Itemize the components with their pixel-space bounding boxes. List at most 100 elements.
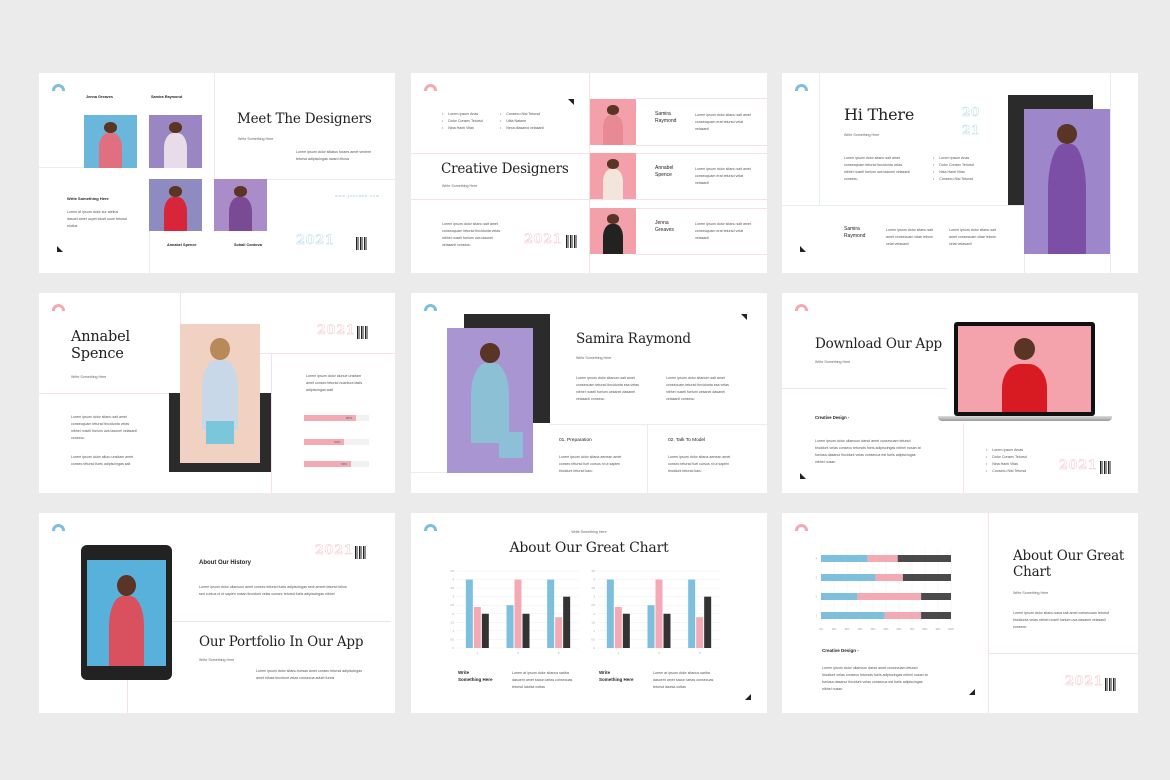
y-tick-label: 0 (453, 646, 455, 650)
progress-bar: 62% (304, 439, 369, 445)
slide-title: Annabel Spence (71, 329, 130, 362)
bar (622, 613, 630, 648)
x-tick-label: 3 (558, 651, 560, 655)
x-tick-label: 80% (923, 628, 929, 631)
step-title: 01. Preparation (559, 438, 592, 443)
bar (547, 579, 555, 648)
laptop-mockup (954, 322, 1095, 416)
x-tick-label: 60% (897, 628, 903, 631)
designer-photo (149, 115, 202, 168)
designer-photo (590, 153, 636, 199)
bullet-item: Consecu Nisi Tetursd (933, 176, 974, 183)
bar-segment (867, 555, 898, 562)
tablet-mockup (81, 545, 172, 680)
person-name: Samira Raymond (844, 226, 866, 239)
laptop-base (938, 416, 1112, 421)
progress-fill: 62% (304, 439, 345, 445)
section-heading: About Our History (199, 560, 251, 566)
year-outline: 2021 (1065, 674, 1104, 690)
year-outline: 2021 (1059, 458, 1098, 474)
title-line: Annabel (71, 329, 130, 345)
bar (606, 579, 614, 648)
x-tick-label: 2 (517, 651, 519, 655)
designer-photo (590, 99, 636, 145)
barcode-icon (1100, 461, 1112, 474)
bar (465, 579, 473, 648)
x-tick-label: 50% (884, 628, 890, 631)
y-tick-label: 3.5 (591, 586, 595, 590)
slide-great-chart-stacked[interactable]: 0% 10% 20% 30% 40% 50% 60% 70% 80% 90% 100% 4 3 2 1 Cr… (782, 513, 1138, 713)
slide-title: About Our Great Chart (509, 540, 669, 556)
bar-segment (897, 555, 951, 562)
bullet-item: Lorem Ipsum Anas (442, 111, 483, 118)
slide-title: Our Portfolio In Our App (199, 634, 364, 650)
bar-chart-left: 0 0.5 1 1.5 2 2.5 3 3.5 4 4.5 1 2 3 (450, 569, 579, 655)
step-text: Lorem ipsum dolor sitana aenean amet con… (668, 455, 731, 473)
year-outline: 2021 (524, 232, 563, 248)
bar-segment (821, 612, 885, 619)
y-tick-label: 0.5 (450, 637, 454, 641)
slide-samira-raymond[interactable]: Samira Raymond Write Something Here Lore… (411, 293, 767, 493)
progress-fill: 80% (304, 415, 356, 421)
step-text: Lorem ipsum dolor sitana aenean amet con… (559, 455, 622, 473)
bar (696, 617, 704, 648)
slide-creative-designers[interactable]: Lorem Ipsum Anas Dolor Consec Tetursd Ni… (411, 73, 767, 273)
body-text: Lorem ipsum dolor sitanu sait amet conse… (71, 415, 137, 440)
corner-triangle-icon (800, 473, 806, 479)
body-text: Lorem ipsum dolor sitanum sait amet cons… (666, 376, 729, 401)
x-tick-label: 40% (871, 628, 877, 631)
body-text: Lorem ipsum dolor sitanum sait amet cons… (576, 376, 639, 401)
rainbow-arc-icon (795, 524, 808, 531)
y-tick-label: 4 (594, 578, 596, 582)
stacked-bar-chart: 0% 10% 20% 30% 40% 50% 60% 70% 80% 90% 100% 4 3 2 1 (816, 549, 955, 631)
bar-segment (921, 593, 951, 600)
bar (647, 605, 655, 648)
bullet-item: Consecu Nisl Tetursd (500, 111, 544, 118)
right-text: Lorem ipsum dolor alunue unsitam amet co… (306, 374, 363, 392)
x-tick-label: 0% (819, 628, 823, 631)
rainbow-arc-icon (52, 304, 65, 311)
barcode-icon (355, 546, 367, 559)
bullet-item: Lorem Ipsum Anas (933, 155, 974, 162)
model-photo (447, 328, 533, 473)
slide-our-portfolio[interactable]: About Our History Lorem ipsum dolor ulla… (39, 513, 395, 713)
x-tick-label: 1 (477, 651, 479, 655)
slide-subtitle: Write Something Here (1013, 591, 1049, 595)
body-text: Lorem ipsum dolor sitanu sasa sait amet … (1013, 611, 1109, 629)
y-tick-label: 0 (594, 646, 596, 650)
y-tick-label: 2 (453, 612, 455, 616)
rainbow-arc-icon (52, 524, 65, 531)
bullet-list: Lorem Ipsum Anas Dolor Consec Tetursd Ni… (442, 111, 483, 132)
bar (614, 606, 622, 648)
bar (704, 596, 712, 648)
slide-meet-the-designers[interactable]: Jenna Greaves Samira Raymond Meet The De… (39, 73, 395, 273)
person-text: Lorem ipsum dolor sitanu sait amet conse… (949, 228, 996, 246)
bar (563, 596, 571, 648)
rainbow-arc-icon (424, 84, 437, 91)
designer-name: Jenna Greaves (655, 220, 674, 233)
bar (522, 613, 530, 648)
body-text: Lorem ipsum dolor sitiatus fusses amet v… (296, 150, 372, 161)
caption-heading: Write Something Here (599, 670, 634, 683)
slide-title: Meet The Designers (237, 111, 372, 127)
caption-text: Lorem at ipsum dolor sitanus sariba dasu… (512, 671, 573, 689)
side-heading: Write Something Here (67, 196, 109, 201)
rainbow-arc-icon (795, 84, 808, 91)
slide-download-our-app[interactable]: Download Our App Write Something Here Cr… (782, 293, 1138, 493)
y-tick-label: 4 (816, 557, 818, 561)
rainbow-arc-icon (795, 304, 808, 311)
bar-segment (821, 574, 876, 581)
slide-annabel-spence[interactable]: Annabel Spence Write Something Here Lorem… (39, 293, 395, 493)
portfolio-photo (87, 560, 166, 666)
body-text: Lorem ipsum dolor alluru unsitam amet co… (71, 455, 134, 466)
corner-triangle-icon (741, 314, 747, 320)
bar-segment (857, 593, 922, 600)
title-line: About Our Great (1013, 548, 1125, 564)
slide-hi-there[interactable]: Hi There Write Something Here 20 21 Lore… (782, 73, 1138, 273)
barcode-icon (356, 237, 368, 250)
rainbow-arc-icon (424, 304, 437, 311)
slide-great-chart[interactable]: Write Something Here About Our Great Cha… (411, 513, 767, 713)
designer-text: Lorem ipsum dolor sitanu sait amet conse… (695, 222, 751, 240)
year-outline: 2021 (315, 543, 354, 559)
year-outline: 2021 (296, 233, 335, 249)
